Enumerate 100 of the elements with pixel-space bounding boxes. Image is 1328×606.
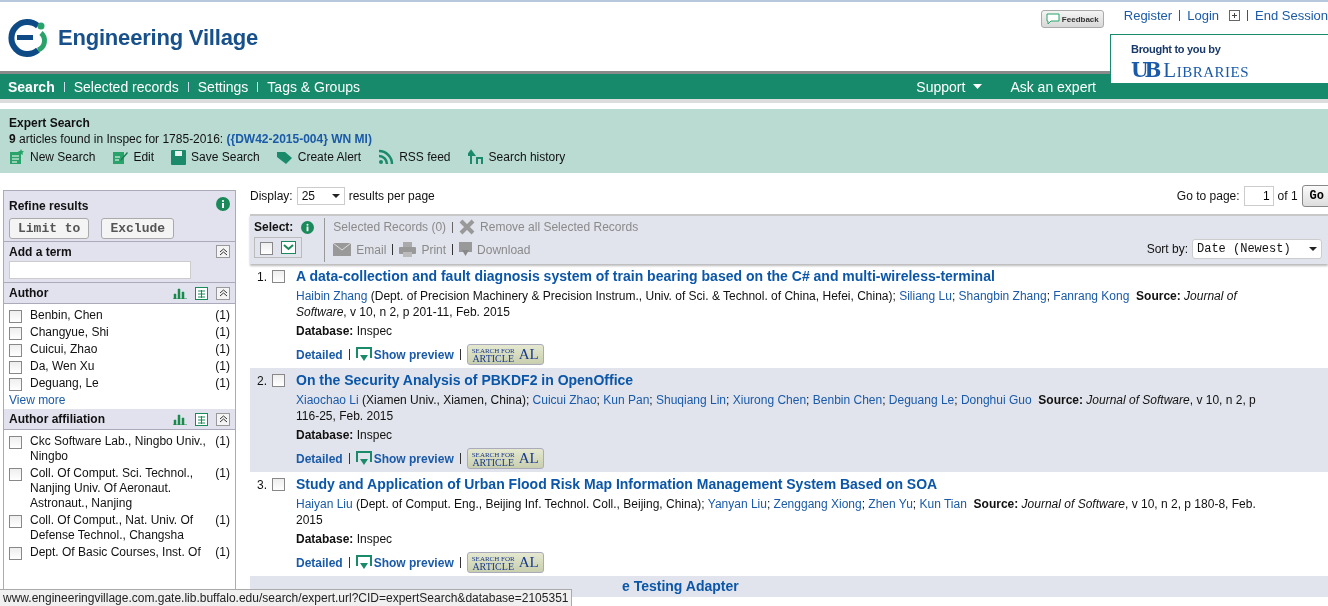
header-link[interactable]: End Session (1255, 8, 1328, 23)
select-all-checkbox[interactable] (260, 242, 273, 255)
bar-chart-icon[interactable] (173, 413, 187, 425)
table-icon[interactable] (195, 412, 208, 426)
term-input[interactable] (9, 261, 191, 279)
database-text: Database: Inspec (296, 427, 394, 443)
query-link[interactable]: ({DW42-2015-004} WN MI) (226, 132, 372, 146)
facet-count: (1) (215, 513, 230, 528)
author-link[interactable]: Zhen Yu (868, 497, 913, 511)
refine-button[interactable]: Exclude (101, 218, 175, 239)
toolbar-link[interactable]: RSS feed (378, 149, 451, 165)
caret-icon (331, 194, 340, 198)
record-number: 3. (257, 478, 268, 492)
author-link[interactable]: Xiaochao Li (296, 393, 359, 407)
author-link[interactable]: Shangbin Zhang (958, 289, 1047, 303)
checkbox[interactable] (9, 468, 22, 481)
toolbar-link[interactable]: Create Alert (276, 149, 362, 165)
record-title[interactable]: On the Security Analysis of PBKDF2 in OpenOffice (296, 372, 1266, 388)
header-link[interactable]: Login (1187, 8, 1219, 23)
facet-count: (1) (215, 466, 230, 481)
author-link[interactable]: Yanyan Liu (707, 497, 767, 511)
record-checkbox[interactable] (272, 478, 285, 491)
page-total: of 1 (1277, 189, 1298, 203)
view-more-link[interactable]: View more (9, 393, 230, 407)
author-link[interactable]: Haiyan Liu (296, 497, 353, 511)
new-document-icon (9, 149, 25, 165)
author-link[interactable]: Shuqiang Lin (656, 393, 727, 407)
facet-count: (1) (215, 434, 230, 449)
info-icon[interactable] (301, 220, 315, 234)
author-link[interactable]: Kun Tian (919, 497, 967, 511)
record-title[interactable]: e Testing Adapter (622, 578, 739, 594)
facet-option[interactable]: Deguang, Le (30, 376, 208, 391)
record-checkbox[interactable] (272, 374, 285, 387)
record-title[interactable]: Study and Application of Urban Flood Risk Map Information Management System Based on SOA (296, 476, 1266, 492)
toolbar-link[interactable]: New Search (9, 149, 96, 165)
checkbox[interactable] (9, 327, 22, 340)
nav-tab[interactable]: Tags & Groups (267, 78, 360, 95)
record-title[interactable]: A data-collection and fault diagnosis system of train bearing based on the C# and multi-wireless-terminal (296, 268, 1266, 284)
checkbox[interactable] (9, 515, 22, 528)
facet-option[interactable]: Cuicui, Zhao (30, 342, 208, 357)
facet-count: (1) (215, 376, 230, 391)
author-link[interactable]: Zenggang Xiong (773, 497, 862, 511)
facet-option[interactable]: Dept. Of Basic Courses, Inst. Of (30, 545, 208, 560)
checkbox[interactable] (9, 547, 22, 560)
toolbar-link[interactable]: Save Search (171, 149, 260, 165)
record-checkbox[interactable] (272, 270, 285, 283)
collapse-icon[interactable] (216, 412, 230, 426)
sponsor-logo: UB (1131, 60, 1158, 80)
record-link[interactable]: Show preview (355, 451, 454, 466)
checkbox[interactable] (9, 378, 22, 391)
header-link[interactable]: Register (1123, 8, 1173, 23)
site-logo[interactable]: Engineering Village (58, 25, 258, 51)
go-button[interactable]: Go (1301, 185, 1328, 207)
facet-option[interactable]: Da, Wen Xu (30, 359, 208, 374)
preview-icon (355, 347, 372, 362)
facet-title: Author affiliation (9, 412, 105, 426)
author-link[interactable]: Cuicui Zhao (532, 393, 597, 407)
author-link[interactable]: Haibin Zhang (296, 289, 368, 303)
citation-text: Xiaochao Li (Xiamen Univ., Xiamen, China); Cuicui Zhao; Kun Pan; Shuqiang Lin; Xiurong Chen; Benbin Chen; Deguang Le; Donghui Guo Source: Journal of Software, v 10, n 2, p 116-25, Feb. 2015 (296, 392, 1257, 424)
table-icon[interactable] (195, 286, 208, 300)
checkbox[interactable] (9, 310, 22, 323)
record-link[interactable]: Detailed (296, 451, 343, 466)
envelope-icon (333, 243, 352, 256)
select-control[interactable] (254, 237, 302, 258)
nav-link[interactable]: Ask an expert (1010, 78, 1096, 95)
checkbox[interactable] (9, 344, 22, 357)
collapse-icon[interactable] (216, 286, 230, 300)
nav-link[interactable]: Support (916, 78, 983, 95)
facet-option[interactable]: Ckc Software Lab., Ningbo Univ., Ningbo (30, 434, 208, 464)
author-link[interactable]: Fanrang Kong (1053, 289, 1130, 303)
sort-select[interactable]: Date (Newest) (1192, 239, 1322, 259)
page-size-select[interactable]: 25 (296, 187, 345, 205)
checkbox[interactable] (9, 436, 22, 449)
citation-text: Haiyan Liu (Dept. of Comput. Eng., Beijing Inf. Technol. Coll., Beijing, China); Yanyan Liu; Zenggang Xiong; Zhen Yu; Kun Tian Source: Journal of Software, v 10, n 2, p 180-8, Feb. 2015 (296, 496, 1257, 528)
author-link[interactable]: Donghui Guo (960, 393, 1032, 407)
collapse-icon[interactable] (216, 245, 230, 258)
record-link[interactable]: Detailed (296, 555, 343, 570)
info-icon[interactable] (216, 197, 230, 211)
expand-icon[interactable] (1229, 10, 1240, 21)
toolbar-link[interactable]: Edit (112, 149, 155, 165)
facet-option[interactable]: Coll. Of Comput., Nat. Univ. Of Defense Technol., Changsha (30, 513, 208, 543)
record-link[interactable]: Show preview (355, 347, 454, 362)
record-link[interactable]: Detailed (296, 347, 343, 362)
nav-tab[interactable]: Search (8, 78, 55, 95)
facet-option[interactable]: Coll. Of Comput. Sci. Technol., Nanjing Univ. Of Aeronaut. Astronaut., Nanjing (30, 466, 208, 511)
facet-option[interactable]: Changyue, Shi (30, 325, 208, 340)
nav-tab[interactable]: Settings (197, 78, 249, 95)
toolbar-link[interactable]: Search history (467, 149, 566, 165)
checkbox[interactable] (9, 361, 22, 374)
record-number: 2. (257, 374, 268, 388)
facet-option[interactable]: Benbin, Chen (30, 308, 208, 323)
bar-chart-icon[interactable] (173, 287, 187, 299)
panel-title: Refine results (9, 199, 89, 213)
nav-tab[interactable]: Selected records (73, 78, 179, 95)
feedback-button[interactable]: Feedback (1040, 10, 1104, 28)
record-link[interactable]: Show preview (355, 555, 454, 570)
page-input[interactable]: 1 (1243, 186, 1274, 206)
refine-button[interactable]: Limit to (9, 218, 90, 239)
dropdown-icon[interactable] (281, 241, 296, 254)
author-link[interactable]: Siliang Lu (899, 289, 952, 303)
